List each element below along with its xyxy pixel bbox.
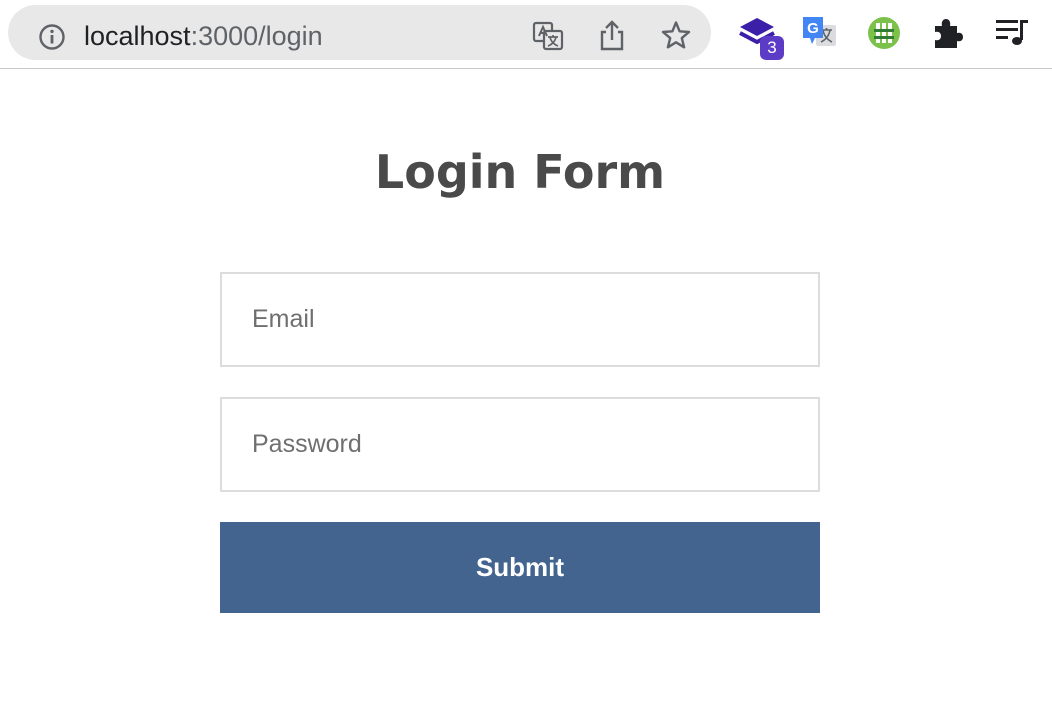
browser-toolbar: localhost:3000/login 3 G [0, 0, 1052, 69]
translate-icon[interactable] [531, 19, 565, 53]
url-text[interactable]: localhost:3000/login [84, 19, 323, 53]
password-input[interactable] [220, 397, 820, 492]
bookmark-star-icon[interactable] [659, 19, 693, 53]
extension-badge: 3 [760, 36, 784, 60]
media-queue-icon[interactable] [993, 14, 1031, 52]
puzzle-extensions-icon[interactable] [929, 14, 967, 52]
page-title: Login Form [374, 145, 666, 199]
url-host: localhost [84, 21, 191, 51]
fence-extension-icon[interactable] [865, 14, 903, 52]
email-input[interactable] [220, 272, 820, 367]
svg-text:G: G [807, 20, 819, 37]
google-translate-icon[interactable]: G [801, 14, 839, 52]
address-bar[interactable]: localhost:3000/login [8, 5, 711, 60]
share-icon[interactable] [595, 19, 629, 53]
info-icon[interactable] [38, 23, 66, 51]
submit-button[interactable]: Submit [220, 522, 820, 613]
url-path: :3000/login [190, 21, 323, 51]
